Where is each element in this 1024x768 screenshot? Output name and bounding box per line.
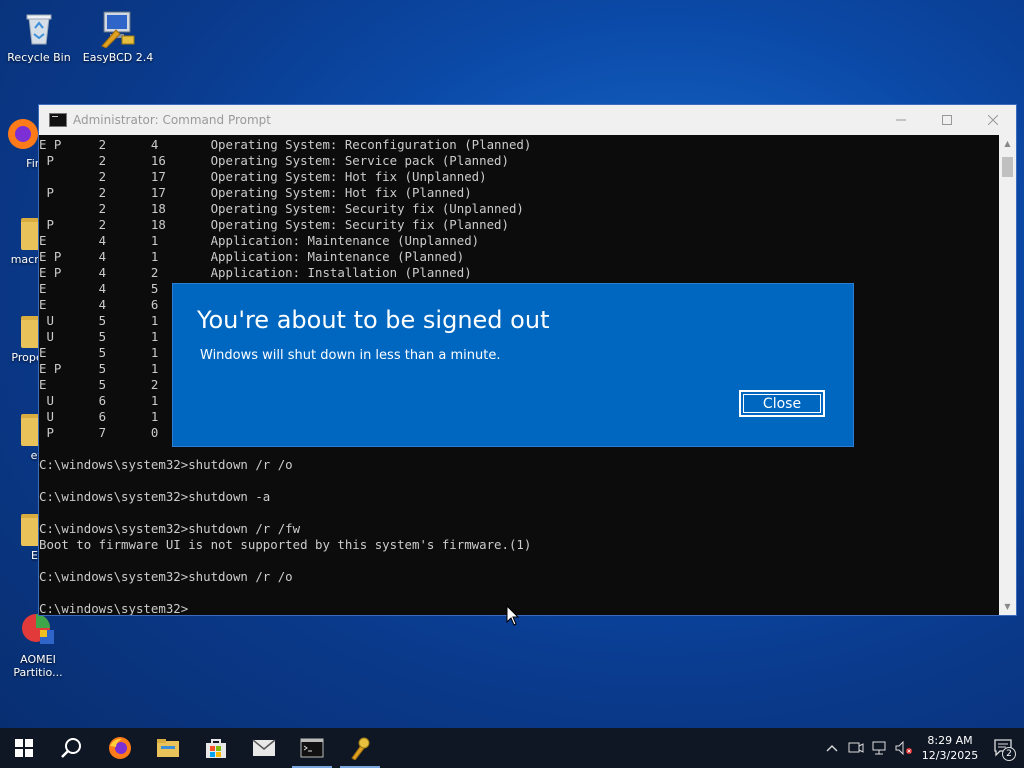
console-line: C:\windows\system32>shutdown -a: [39, 489, 271, 504]
console-line: C:\windows\system32>shutdown /r /o: [39, 569, 293, 584]
vertical-scrollbar[interactable]: ▲ ▼: [999, 135, 1016, 615]
folder-icon: [1, 406, 57, 446]
clock-date: 12/3/2025: [921, 749, 979, 762]
easybcd-icon: [98, 8, 138, 49]
easybcd-taskbar[interactable]: [336, 728, 384, 768]
start-button[interactable]: [0, 728, 48, 768]
console-line: P 2 18 Operating System: Security fix (P…: [39, 217, 509, 232]
terminal-icon: [300, 738, 324, 758]
system-tray: 8:29 AM 12/3/2025 2: [820, 728, 1024, 768]
notification-center-button[interactable]: 2: [984, 728, 1024, 768]
folder-icon: [1, 308, 57, 348]
terminal-icon: [49, 113, 67, 127]
console-line: Boot to firmware UI is not supported by …: [39, 537, 532, 552]
window-title: Administrator: Command Prompt: [73, 113, 271, 127]
firefox-icon: [109, 737, 131, 759]
chevron-up-icon[interactable]: [820, 728, 844, 768]
desktop-icon-label: ef: [30, 449, 42, 462]
dialog-heading: You're about to be signed out: [197, 306, 550, 334]
minimize-button[interactable]: [878, 105, 924, 135]
scroll-up-icon[interactable]: ▲: [999, 135, 1016, 152]
desktop-icon-label: AOMEI Partitio...: [13, 653, 63, 679]
desktop-icon-label: El: [30, 549, 41, 562]
network-icon[interactable]: [868, 728, 892, 768]
maximize-icon: [942, 115, 952, 125]
close-window-button[interactable]: [970, 105, 1016, 135]
console-line: P 2 17 Operating System: Hot fix (Planne…: [39, 185, 472, 200]
desktop-icon-aomei[interactable]: AOMEI Partitio...: [0, 610, 76, 679]
console-line: E 4 1 Application: Maintenance (Unplanne…: [39, 233, 480, 248]
desktop-icon-label: Recycle Bin: [7, 51, 71, 64]
console-line: C:\windows\system32>shutdown /r /fw: [39, 521, 301, 536]
scroll-thumb[interactable]: [1002, 157, 1013, 177]
cmd-titlebar[interactable]: Administrator: Command Prompt: [39, 105, 1016, 135]
maximize-button[interactable]: [924, 105, 970, 135]
notification-count-badge: 2: [1002, 747, 1016, 761]
console-line: 2 17 Operating System: Hot fix (Unplanne…: [39, 169, 487, 184]
desktop-icon-easybcd[interactable]: EasyBCD 2.4: [80, 8, 156, 64]
taskbar: 8:29 AM 12/3/2025 2: [0, 728, 1024, 768]
cmd-taskbar[interactable]: [288, 728, 336, 768]
clock-time: 8:29 AM: [927, 734, 973, 747]
mail-icon: [252, 739, 276, 756]
folder-icon: [1, 210, 57, 250]
console-line: 2 18 Operating System: Security fix (Unp…: [39, 201, 524, 216]
console-line: E P 4 1 Application: Maintenance (Planne…: [39, 249, 465, 264]
console-line: C:\windows\system32>shutdown /r /o: [39, 457, 293, 472]
store-icon: [206, 739, 226, 758]
firefox-icon: [1, 114, 41, 154]
volume-muted-icon[interactable]: [892, 728, 916, 768]
mouse-cursor-icon: [506, 604, 520, 631]
search-button[interactable]: [48, 728, 96, 768]
clock[interactable]: 8:29 AM 12/3/2025: [916, 733, 984, 763]
search-icon: [61, 738, 81, 758]
windows-logo-icon: [15, 739, 33, 757]
console-line: P 2 16 Operating System: Service pack (P…: [39, 153, 509, 168]
desktop-icon-label: EasyBCD 2.4: [82, 51, 154, 64]
console-line: E P 2 4 Operating System: Reconfiguratio…: [39, 137, 532, 152]
aomei-partition-icon: [18, 610, 58, 650]
minimize-icon: [896, 119, 906, 121]
firefox-taskbar[interactable]: [96, 728, 144, 768]
folder-icon: [157, 739, 179, 757]
close-button[interactable]: Close: [739, 390, 825, 417]
recycle-bin-icon: [19, 8, 59, 48]
desktop-icon-label: Prope: [11, 351, 43, 364]
file-explorer-taskbar[interactable]: [144, 728, 192, 768]
desktop-icon-recycle-bin[interactable]: Recycle Bin: [1, 8, 77, 64]
dialog-message: Windows will shut down in less than a mi…: [200, 348, 501, 363]
store-taskbar[interactable]: [192, 728, 240, 768]
mail-taskbar[interactable]: [240, 728, 288, 768]
easybcd-icon: [351, 737, 370, 760]
close-icon: [988, 115, 998, 125]
folder-icon: [1, 506, 57, 546]
meet-now-icon[interactable]: [844, 728, 868, 768]
console-line: E P 4 2 Application: Installation (Plann…: [39, 265, 472, 280]
sign-out-dialog: You're about to be signed out Windows wi…: [172, 283, 854, 447]
scroll-down-icon[interactable]: ▼: [999, 598, 1016, 615]
